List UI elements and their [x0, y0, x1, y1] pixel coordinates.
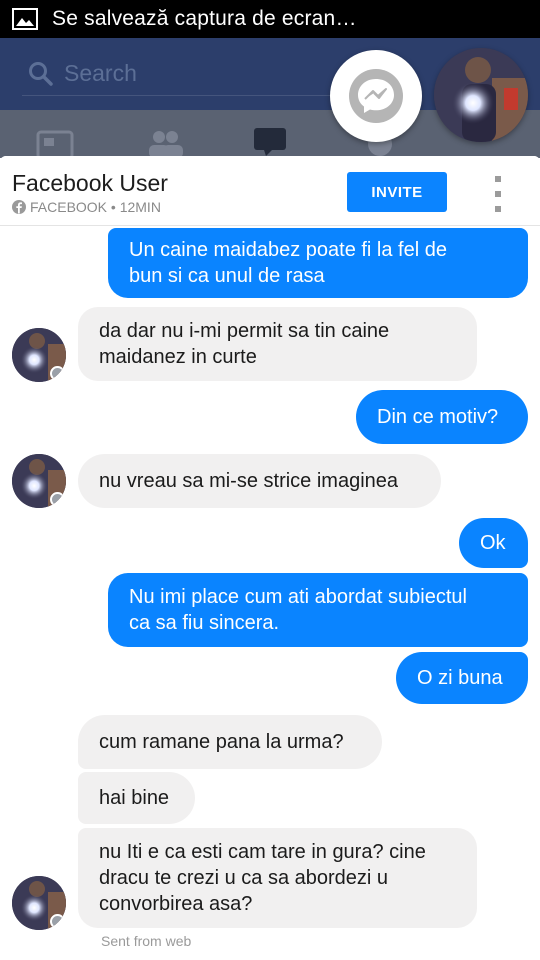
- avatar: [434, 48, 528, 142]
- facebook-badge-icon: [50, 914, 65, 929]
- messenger-icon: [358, 79, 394, 113]
- message-line: Ok: [480, 532, 506, 554]
- invite-button[interactable]: INVITE: [347, 172, 447, 212]
- contact-avatar[interactable]: [12, 328, 66, 382]
- message-bubble-incoming[interactable]: nu vreau sa mi-se strice imaginea: [78, 454, 441, 508]
- message-bubble-incoming[interactable]: hai bine: [78, 772, 195, 824]
- chat-header: Facebook User FACEBOOK • 12MIN INVITE: [0, 156, 540, 226]
- message-line: O zi buna: [417, 667, 503, 689]
- message-bubble-outgoing[interactable]: Din ce motiv?: [356, 390, 528, 444]
- message-line: bun si ca unul de rasa: [129, 265, 325, 287]
- message-line: nu Iti e ca esti cam tare in gura? cine: [99, 841, 426, 863]
- message-bubble-outgoing[interactable]: Un caine maidabez poate fi la fel de bun…: [108, 228, 528, 298]
- message-bubble-incoming[interactable]: cum ramane pana la urma?: [78, 715, 382, 769]
- message-line: maidanez in curte: [99, 346, 257, 368]
- message-line: convorbirea asa?: [99, 893, 253, 915]
- contact-chat-head-avatar[interactable]: [434, 48, 528, 142]
- message-line: Din ce motiv?: [377, 406, 499, 428]
- status-bar: Se salvează captura de ecran…: [0, 0, 540, 38]
- message-bubble-outgoing[interactable]: O zi buna: [396, 652, 528, 704]
- contact-source: FACEBOOK • 12MIN: [12, 199, 161, 215]
- facebook-badge-icon: [50, 366, 65, 381]
- notification-text: Se salvează captura de ecran…: [52, 7, 357, 30]
- contact-source-text: FACEBOOK • 12MIN: [30, 199, 161, 215]
- facebook-badge-icon: [50, 492, 65, 507]
- message-bubble-outgoing[interactable]: Nu imi place cum ati abordat subiectul c…: [108, 573, 528, 647]
- message-line: Un caine maidabez poate fi la fel de: [129, 239, 447, 261]
- message-bubble-outgoing[interactable]: Ok: [459, 518, 528, 568]
- message-line: nu vreau sa mi-se strice imaginea: [99, 470, 399, 492]
- search-input[interactable]: Search: [64, 60, 137, 87]
- message-line: cum ramane pana la urma?: [99, 731, 344, 753]
- messenger-chat-head[interactable]: [330, 50, 422, 142]
- more-vertical-icon[interactable]: [490, 176, 506, 212]
- contact-avatar[interactable]: [12, 876, 66, 930]
- message-line: Nu imi place cum ati abordat subiectul: [129, 586, 467, 608]
- image-icon: [12, 8, 38, 30]
- contact-avatar[interactable]: [12, 454, 66, 508]
- message-line: dracu te crezi u ca sa abordezi u: [99, 867, 389, 889]
- message-bubble-incoming[interactable]: nu Iti e ca esti cam tare in gura? cine …: [78, 828, 477, 928]
- facebook-icon: [12, 200, 26, 214]
- message-line: hai bine: [99, 787, 170, 809]
- message-line: ca sa fiu sincera.: [129, 612, 280, 634]
- contact-name[interactable]: Facebook User: [12, 170, 168, 197]
- message-bubble-incoming[interactable]: da dar nu i-mi permit sa tin caine maida…: [78, 307, 477, 381]
- search-icon: [29, 61, 53, 86]
- sent-from-label: Sent from web: [101, 933, 192, 949]
- search-bar[interactable]: Search: [22, 52, 352, 96]
- message-line: da dar nu i-mi permit sa tin caine: [99, 320, 390, 342]
